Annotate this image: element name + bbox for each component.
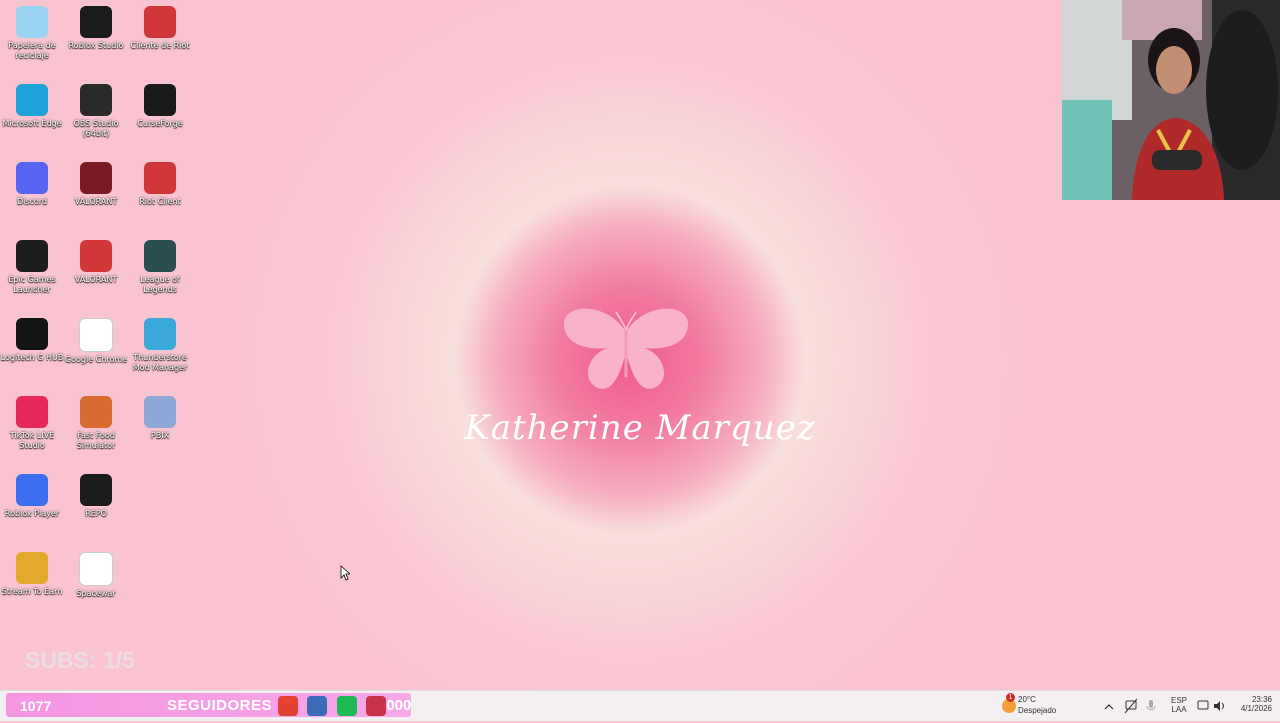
language-top: ESP [1170, 696, 1187, 705]
language-bottom: LAA [1171, 705, 1187, 714]
desktop-icon-label: League of Legends [140, 275, 180, 294]
logitech-icon [16, 318, 48, 350]
desktop-icon[interactable]: PBIX [128, 396, 192, 441]
desktop-icon[interactable]: Stream To Earn [0, 552, 64, 597]
desktop-icon[interactable]: OBS Studio (64bit) [64, 84, 128, 139]
desktop-icon[interactable]: Roblox Studio [64, 6, 128, 51]
clock-time: 23:36 [1251, 695, 1272, 704]
desktop-icon[interactable]: Epic Games Launcher [0, 240, 64, 295]
desktop-icon-label: VALORANT [74, 275, 118, 284]
weather-badge: 1 [1006, 693, 1015, 702]
desktop-icon-label: Fast Food Simulator [76, 431, 116, 450]
desktop-icon-label: CurseForge [137, 119, 183, 128]
webcam-feed [1062, 0, 1280, 200]
epic-games-icon [16, 240, 48, 272]
repo-icon [80, 474, 112, 506]
butterfly-icon [563, 308, 689, 389]
desktop-icon-label: Logitech G HUB [0, 353, 64, 362]
display-icon[interactable] [1196, 691, 1210, 721]
volume-icon[interactable] [1212, 691, 1226, 721]
obs-icon [80, 84, 112, 116]
microphone-icon[interactable] [1145, 691, 1157, 721]
desktop-icon[interactable]: Cliente de Riot [128, 6, 192, 51]
network-icon[interactable] [1124, 691, 1138, 721]
subs-goal-text: SUBS: 1/5 [25, 647, 135, 673]
pbix-icon [144, 396, 176, 428]
weather-temp: 20°C [1018, 695, 1036, 704]
recycle-bin-icon [16, 6, 48, 38]
desktop-icon-label: VALORANT [74, 197, 118, 206]
desktop-icon-label: REPO [85, 509, 107, 518]
desktop-icon-label: Papelera de reciclaje [8, 41, 56, 60]
tiktok-live-icon [16, 396, 48, 428]
desktop-icon[interactable]: Spacewar [64, 552, 128, 599]
followers-label: SEGUIDORES [167, 697, 273, 714]
clock[interactable]: 23:36 4/1/2026 [1230, 691, 1272, 721]
chrome-icon [79, 318, 113, 352]
desktop-icon[interactable]: VALORANT [64, 162, 128, 207]
desktop-icon[interactable]: CurseForge [128, 84, 192, 129]
desktop-icon[interactable]: TikTok LIVE Studio [0, 396, 64, 451]
desktop-icon[interactable]: Fast Food Simulator [64, 396, 128, 451]
desktop-icon-label: Cliente de Riot [130, 41, 190, 50]
desktop-icon-label: Stream To Earn [1, 587, 63, 596]
language-indicator[interactable]: ESP LAA [1168, 691, 1190, 721]
taskbar-store-icon[interactable] [307, 696, 327, 716]
desktop-icon[interactable]: Papelera de reciclaje [0, 6, 64, 61]
desktop-icon-label: Spacewar [76, 589, 116, 598]
desktop-icon[interactable]: League of Legends [128, 240, 192, 295]
curseforge-icon [144, 84, 176, 116]
desktop-icon[interactable]: Google Chrome [64, 318, 128, 365]
roblox-studio-icon [80, 6, 112, 38]
valorant-icon [80, 162, 112, 194]
taskbar-app-icon[interactable] [366, 696, 386, 716]
followers-count: 1077 [20, 698, 52, 714]
tray-chevron-icon[interactable] [1104, 691, 1114, 721]
desktop-icon-label: PBIX [150, 431, 170, 440]
desktop-icon[interactable]: REPO [64, 474, 128, 519]
riot-client-icon [144, 6, 176, 38]
game-icon [80, 396, 112, 428]
clock-date: 4/1/2026 [1240, 704, 1272, 713]
taskbar: 1077 SEGUIDORES 2000 1 20°C Despejado ES… [0, 690, 1280, 721]
taskbar-spotify-icon[interactable] [337, 696, 357, 716]
weather-desc: Despejado [1018, 706, 1057, 715]
riot-client-icon [144, 162, 176, 194]
league-icon [144, 240, 176, 272]
edge-icon [16, 84, 48, 116]
discord-icon [16, 162, 48, 194]
wallpaper-name: Katherine Marquez [464, 408, 816, 448]
desktop-icon-label: TikTok LIVE Studio [9, 431, 55, 450]
desktop-icon-label: Riot Client [139, 197, 181, 206]
desktop-icon-label: Microsoft Edge [2, 119, 62, 128]
desktop-icon[interactable]: VALORANT [64, 240, 128, 285]
desktop-icon-label: Epic Games Launcher [8, 275, 56, 294]
desktop-icon[interactable]: Logitech G HUB [0, 318, 64, 363]
desktop-icon[interactable]: Roblox Player [0, 474, 64, 519]
desktop-icon[interactable]: Thunderstore Mod Manager [128, 318, 192, 373]
desktop-icon-label: Google Chrome [64, 355, 128, 364]
stream-to-earn-icon [16, 552, 48, 584]
file-icon [79, 552, 113, 586]
desktop-icon-label: Roblox Player [4, 509, 60, 518]
roblox-player-icon [16, 474, 48, 506]
webcam-overlay [1062, 0, 1280, 200]
weather-widget[interactable]: 1 20°C Despejado [998, 691, 1068, 721]
desktop-icon-label: Roblox Studio [68, 41, 124, 50]
taskbar-chrome-icon[interactable] [278, 696, 298, 716]
mouse-cursor-icon [340, 565, 350, 581]
thunderstore-icon [144, 318, 176, 350]
desktop: Papelera de reciclaje Roblox Studio Client… [0, 0, 1280, 690]
desktop-icon-label: Thunderstore Mod Manager [132, 353, 188, 372]
desktop-icon[interactable]: Microsoft Edge [0, 84, 64, 129]
desktop-icon[interactable]: Riot Client [128, 162, 192, 207]
riot-client-icon [80, 240, 112, 272]
desktop-icon[interactable]: Discord [0, 162, 64, 207]
desktop-icon-label: OBS Studio (64bit) [73, 119, 119, 138]
desktop-icon-label: Discord [16, 197, 48, 206]
